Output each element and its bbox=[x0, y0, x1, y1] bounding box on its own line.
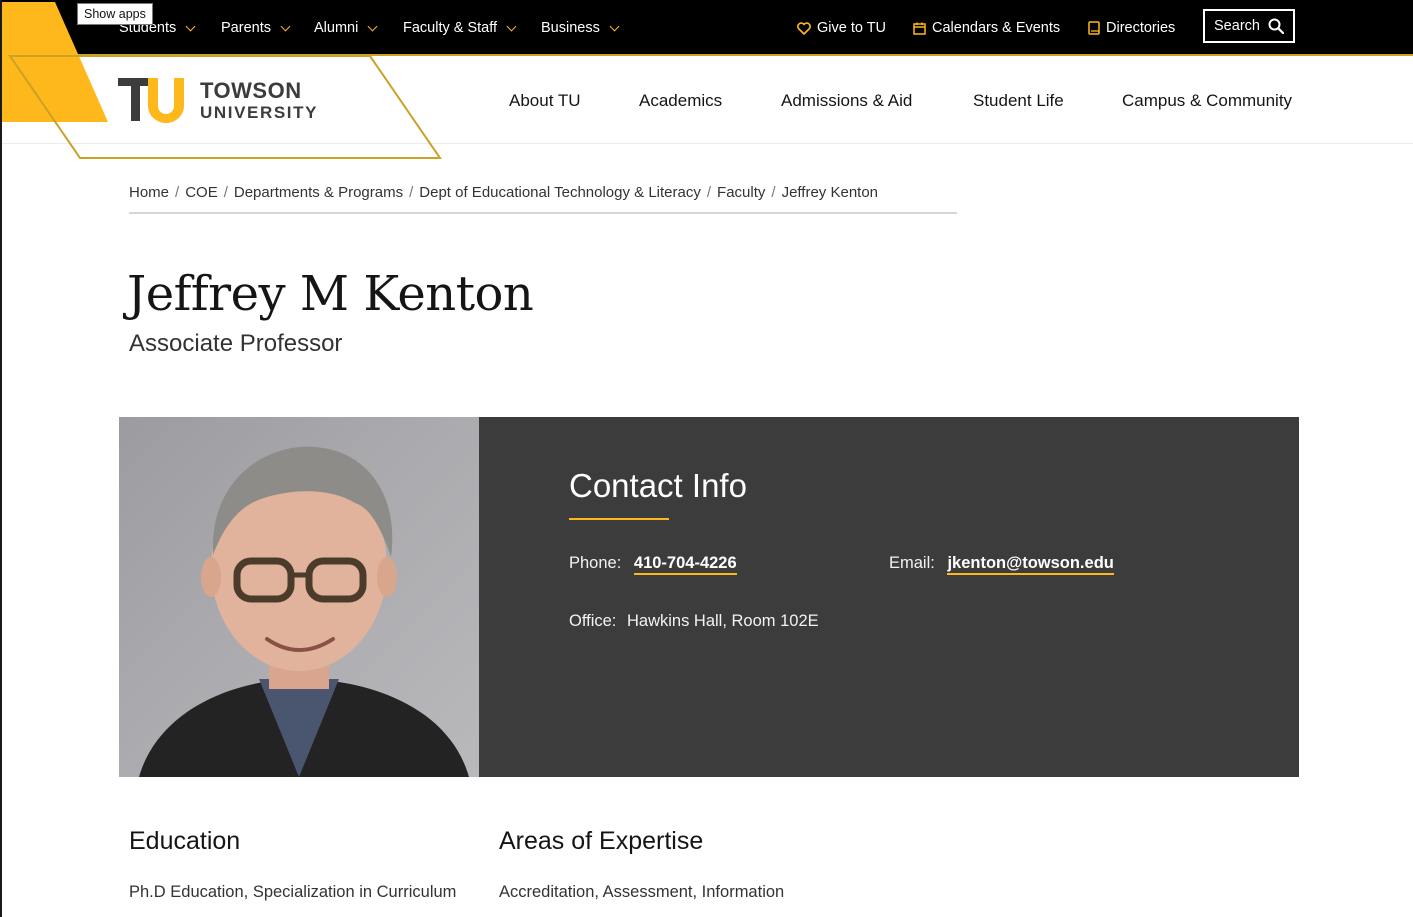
book-icon bbox=[1088, 21, 1100, 35]
give-to-tu-link[interactable]: Give to TU bbox=[797, 18, 886, 38]
utility-bar: Students Parents Alumni Faculty & Staff … bbox=[0, 0, 1413, 56]
heart-icon bbox=[797, 21, 811, 35]
office-value: Hawkins Hall, Room 102E bbox=[626, 612, 819, 630]
tu-logo-mark-icon bbox=[118, 78, 184, 123]
education-text: Ph.D Education, Specialization in Curric… bbox=[129, 883, 457, 901]
contact-phone-row: Phone: 410-704-4226 bbox=[569, 554, 737, 575]
contact-heading-underline bbox=[569, 518, 669, 520]
contact-info-heading: Contact Info bbox=[569, 467, 747, 504]
breadcrumb-separator: / bbox=[771, 184, 776, 201]
utility-nav-alumni[interactable]: Alumni bbox=[314, 18, 378, 38]
utility-nav-label: Alumni bbox=[314, 20, 359, 36]
breadcrumb-faculty[interactable]: Faculty bbox=[717, 184, 765, 201]
office-label: Office: bbox=[569, 612, 617, 630]
logo-line-1: TOWSON bbox=[200, 77, 302, 103]
expertise-heading: Areas of Expertise bbox=[499, 827, 704, 855]
breadcrumb-separator: / bbox=[223, 184, 228, 201]
breadcrumb-separator: / bbox=[706, 184, 712, 201]
show-apps-tooltip: Show apps bbox=[77, 3, 153, 25]
towson-university-logo[interactable]: TOWSON UNIVERSITY bbox=[118, 76, 318, 124]
search-icon bbox=[1268, 18, 1284, 34]
breadcrumb-separator: / bbox=[175, 184, 180, 201]
chevron-down-icon bbox=[280, 21, 291, 31]
utility-nav-label: Business bbox=[541, 20, 600, 36]
phone-label: Phone: bbox=[569, 554, 622, 572]
window-edge bbox=[0, 0, 2, 917]
logo-wordmark: TOWSON UNIVERSITY bbox=[200, 77, 319, 122]
chevron-down-icon bbox=[367, 21, 378, 31]
utility-nav-label: Parents bbox=[221, 20, 271, 36]
chevron-down-icon bbox=[185, 21, 196, 31]
contact-email-row: Email: jkenton@towson.edu bbox=[889, 554, 1114, 575]
email-link[interactable]: jkenton@towson.edu bbox=[947, 554, 1114, 575]
give-to-tu-label: Give to TU bbox=[817, 20, 887, 36]
contact-office-row: Office: Hawkins Hall, Room 102E bbox=[569, 612, 819, 631]
utility-nav-label: Faculty & Staff bbox=[403, 20, 498, 36]
search-button[interactable]: Search bbox=[1203, 9, 1295, 43]
breadcrumb: Home / COE / Departments & Programs / De… bbox=[129, 184, 957, 214]
directories-label: Directories bbox=[1106, 20, 1176, 36]
calendars-events-label: Calendars & Events bbox=[932, 20, 1061, 36]
chevron-down-icon bbox=[506, 21, 517, 31]
breadcrumb-current: Jeffrey Kenton bbox=[781, 184, 879, 201]
breadcrumb-home[interactable]: Home bbox=[129, 184, 169, 201]
utility-nav-faculty-staff[interactable]: Faculty & Staff bbox=[403, 18, 517, 38]
nav-student-life[interactable]: Student Life bbox=[973, 91, 1064, 111]
nav-admissions-aid[interactable]: Admissions & Aid bbox=[781, 91, 912, 111]
nav-campus-community[interactable]: Campus & Community bbox=[1122, 91, 1292, 111]
page-title: Jeffrey M Kenton bbox=[127, 266, 534, 322]
phone-link[interactable]: 410-704-4226 bbox=[633, 554, 737, 575]
chevron-down-icon bbox=[609, 21, 620, 31]
email-label: Email: bbox=[889, 554, 935, 572]
utility-nav-parents[interactable]: Parents bbox=[221, 18, 291, 38]
breadcrumb-coe[interactable]: COE bbox=[185, 184, 218, 201]
expertise-text: Accreditation, Assessment, Information bbox=[499, 883, 785, 901]
breadcrumb-dept-edtech[interactable]: Dept of Educational Technology & Literac… bbox=[419, 184, 701, 201]
utility-nav-business[interactable]: Business bbox=[541, 18, 620, 38]
logo-line-2: UNIVERSITY bbox=[200, 102, 319, 122]
profile-photo bbox=[119, 417, 479, 777]
education-heading: Education bbox=[129, 827, 241, 855]
calendar-icon bbox=[913, 22, 926, 35]
calendars-events-link[interactable]: Calendars & Events bbox=[913, 18, 1060, 38]
nav-about-tu[interactable]: About TU bbox=[509, 91, 581, 111]
search-label: Search bbox=[1214, 18, 1260, 34]
directories-link[interactable]: Directories bbox=[1088, 18, 1175, 38]
breadcrumb-departments[interactable]: Departments & Programs bbox=[234, 184, 403, 201]
nav-academics[interactable]: Academics bbox=[639, 91, 722, 111]
page-subtitle: Associate Professor bbox=[129, 330, 343, 357]
contact-info-panel: Contact Info Phone: 410-704-4226 Email: … bbox=[479, 417, 1299, 777]
breadcrumb-separator: / bbox=[409, 184, 414, 201]
